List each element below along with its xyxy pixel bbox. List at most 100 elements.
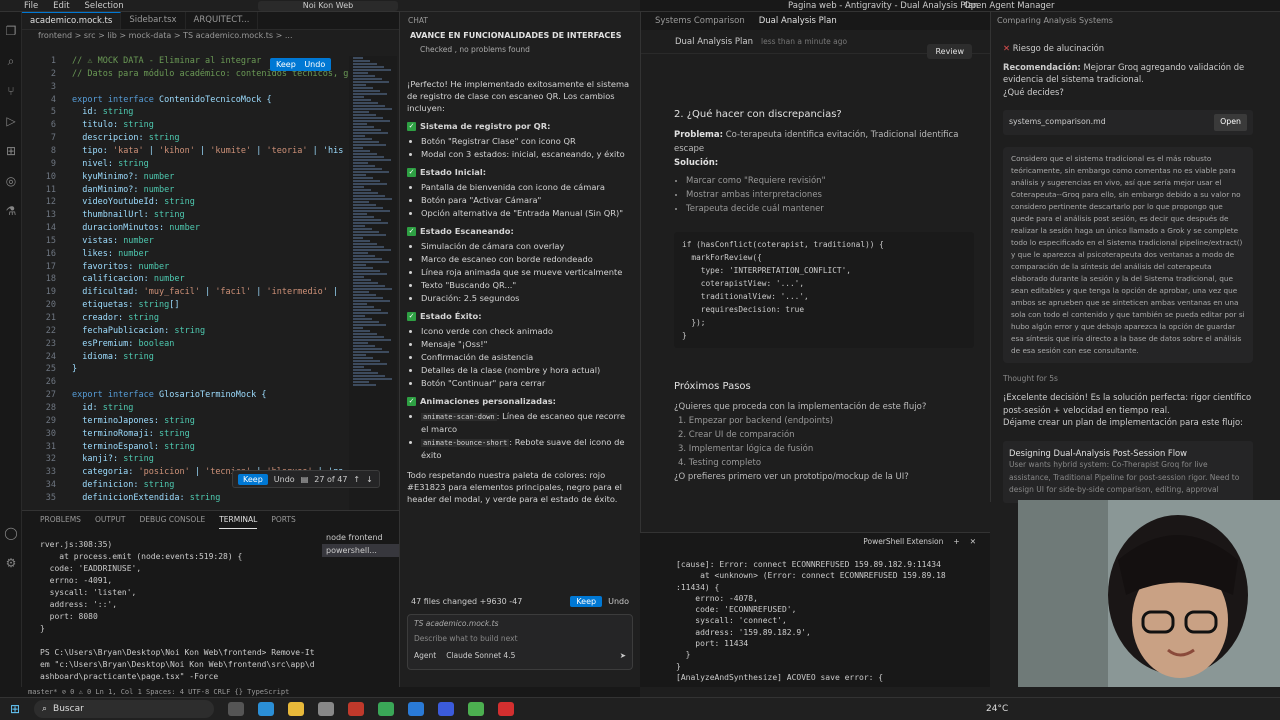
code-line[interactable]: idioma: string	[72, 352, 154, 362]
remote-icon[interactable]: ◎	[0, 170, 22, 192]
status-bar[interactable]: master* ⊘ 0 ⚠ 0 Ln 1, Col 1 Spaces: 4 UT…	[0, 687, 640, 697]
code-line[interactable]: definicionExtendida: string	[72, 493, 220, 503]
tab-output[interactable]: OUTPUT	[95, 511, 126, 529]
powershell-extension-label[interactable]: PowerShell Extension	[863, 537, 943, 546]
opera-icon[interactable]	[498, 702, 514, 716]
code-line[interactable]: export interface GlosarioTerminoMock {	[72, 390, 267, 400]
vscode-icon[interactable]	[408, 702, 424, 716]
keep-label[interactable]: Keep	[276, 60, 296, 69]
file-name[interactable]: systems_comparison.md	[1009, 116, 1106, 129]
menu-selection[interactable]: Selection	[84, 1, 123, 11]
code-line[interactable]: titulo: string	[72, 120, 154, 130]
add-terminal-icon[interactable]: +	[953, 537, 959, 546]
run-debug-icon[interactable]: ▷	[0, 110, 22, 132]
file-explorer-icon[interactable]	[288, 702, 304, 716]
code-line[interactable]: descripcion: string	[72, 133, 179, 143]
code-line[interactable]: }	[72, 364, 77, 374]
code-line[interactable]: export interface ContenidoTecnicoMock {	[72, 95, 272, 105]
chat-input-box[interactable]: TS academico.mock.ts Describe what to bu…	[407, 614, 633, 670]
open-button[interactable]: Open	[1214, 114, 1247, 131]
tab-sidebar[interactable]: Sidebar.tsx	[121, 12, 186, 29]
code-line[interactable]: etiquetas: string[]	[72, 300, 179, 310]
prev-change-icon[interactable]: ↑	[353, 475, 360, 484]
undo-chat-button[interactable]: Undo	[608, 597, 629, 606]
code-line[interactable]: esPremium: boolean	[72, 339, 174, 349]
explorer-icon[interactable]: ❐	[0, 20, 22, 42]
code-line[interactable]: terminoRomaji: string	[72, 429, 189, 439]
code-line[interactable]: kanji?: string	[72, 454, 154, 464]
code-area[interactable]: 1// ⚠ MOCK DATA - Eliminar al integrar 2/…	[22, 56, 349, 512]
code-line[interactable]: terminoEspanol: string	[72, 442, 195, 452]
task-view-icon[interactable]	[228, 702, 244, 716]
code-line[interactable]: likes: number	[72, 249, 149, 259]
code-line[interactable]: tipo: 'kata' | 'kihon' | 'kumite' | 'teo…	[72, 146, 343, 156]
taskbar-search[interactable]: ⌕ Buscar	[34, 700, 214, 718]
code-line[interactable]: creador: string	[72, 313, 159, 323]
keep-chat-button[interactable]: Keep	[570, 595, 603, 607]
tab-dual-analysis-plan[interactable]: Dual Analysis Plan	[759, 16, 837, 26]
minimap[interactable]	[349, 56, 397, 512]
code-line[interactable]: id: string	[72, 403, 133, 413]
tab-arquitectura[interactable]: ARQUITECT...	[186, 12, 259, 29]
menu-edit[interactable]: Edit	[53, 1, 69, 11]
code-line[interactable]: id: string	[72, 107, 133, 117]
attached-file[interactable]: TS academico.mock.ts	[414, 619, 626, 628]
antigravity-icon[interactable]	[438, 702, 454, 716]
code-line[interactable]: vistas: number	[72, 236, 154, 246]
tab-problems[interactable]: PROBLEMS	[40, 511, 81, 529]
code-line[interactable]: calificacion: number	[72, 274, 184, 284]
code-line[interactable]: thumbnailUrl: string	[72, 210, 184, 220]
code-line[interactable]: // ⚠ MOCK DATA - Eliminar al integrar	[72, 56, 261, 66]
code-line[interactable]: terminoJapones: string	[72, 416, 195, 426]
store-icon[interactable]	[318, 702, 334, 716]
account-icon[interactable]: ◯	[0, 522, 22, 544]
code-line[interactable]: duracionMinutos: number	[72, 223, 200, 233]
edge-icon[interactable]	[258, 702, 274, 716]
send-icon[interactable]: ➤	[620, 651, 626, 660]
extensions-icon[interactable]: ⊞	[0, 140, 22, 162]
chat-input[interactable]: Describe what to build next	[414, 634, 626, 643]
undo-label[interactable]: Undo	[304, 60, 325, 69]
terminal-item-powershell[interactable]: powershell...	[322, 544, 399, 557]
terminal-item-node[interactable]: node frontend	[322, 531, 399, 544]
next-change-icon[interactable]: ↓	[366, 475, 373, 484]
windows-start-icon[interactable]: ⊞	[10, 702, 20, 716]
files-changed[interactable]: 47 files changed +9630 -47	[411, 597, 564, 606]
tab-academico-mock[interactable]: academico.mock.ts	[22, 12, 122, 29]
code-line[interactable]: definicion: string	[72, 480, 174, 490]
code-line[interactable]: danMinimo?: number	[72, 185, 174, 195]
app-icon[interactable]	[348, 702, 364, 716]
terminal-output[interactable]: [cause]: Error: connect ECONNREFUSED 159…	[676, 559, 946, 683]
menu-file[interactable]: File	[24, 1, 38, 11]
search-icon[interactable]: ⌕	[0, 50, 22, 72]
keep-all-button[interactable]: Keep	[238, 473, 268, 485]
chrome-icon-2[interactable]	[468, 702, 484, 716]
command-center[interactable]: Noi Kon Web	[258, 1, 398, 11]
code-line[interactable]: nivel: string	[72, 159, 149, 169]
file-chip[interactable]: systems_comparison.md Open	[1003, 110, 1253, 135]
testing-icon[interactable]: ⚗	[0, 200, 22, 222]
settings-gear-icon[interactable]: ⚙	[0, 552, 22, 574]
review-button[interactable]: Review	[927, 44, 972, 59]
code-line[interactable]: dificultad: 'muy_facil' | 'facil' | 'int…	[72, 287, 338, 297]
chrome-icon[interactable]	[378, 702, 394, 716]
source-control-icon[interactable]: ⑂	[0, 80, 22, 102]
code-line[interactable]: favoritos: number	[72, 262, 169, 272]
keep-change-button[interactable]: Keep Undo	[270, 58, 332, 71]
thought-label[interactable]: Thought for 5s	[1003, 373, 1253, 386]
open-agent-manager[interactable]: Open Agent Manager	[964, 1, 1055, 11]
model-select[interactable]: Claude Sonnet 4.5	[446, 651, 515, 660]
breadcrumb[interactable]: frontend > src > lib > mock-data > TS ac…	[22, 30, 399, 42]
tab-systems-comparison[interactable]: Systems Comparison	[655, 16, 745, 26]
undo-all-button[interactable]: Undo	[274, 475, 295, 484]
mode-select[interactable]: Agent	[414, 651, 436, 660]
tab-terminal[interactable]: TERMINAL	[219, 511, 258, 529]
tab-ports[interactable]: PORTS	[271, 511, 295, 529]
code-line[interactable]: videoYoutubeId: string	[72, 197, 195, 207]
code-line[interactable]: kyuMinimo?: number	[72, 172, 174, 182]
code-line[interactable]: fechaPublicacion: string	[72, 326, 205, 336]
tab-debug-console[interactable]: DEBUG CONSOLE	[140, 511, 206, 529]
weather-temp[interactable]: 24°C	[986, 704, 1008, 714]
terminal-output[interactable]: rver.js:308:35) at process.emit (node:ev…	[40, 539, 320, 707]
close-icon[interactable]: ✕	[970, 537, 976, 546]
